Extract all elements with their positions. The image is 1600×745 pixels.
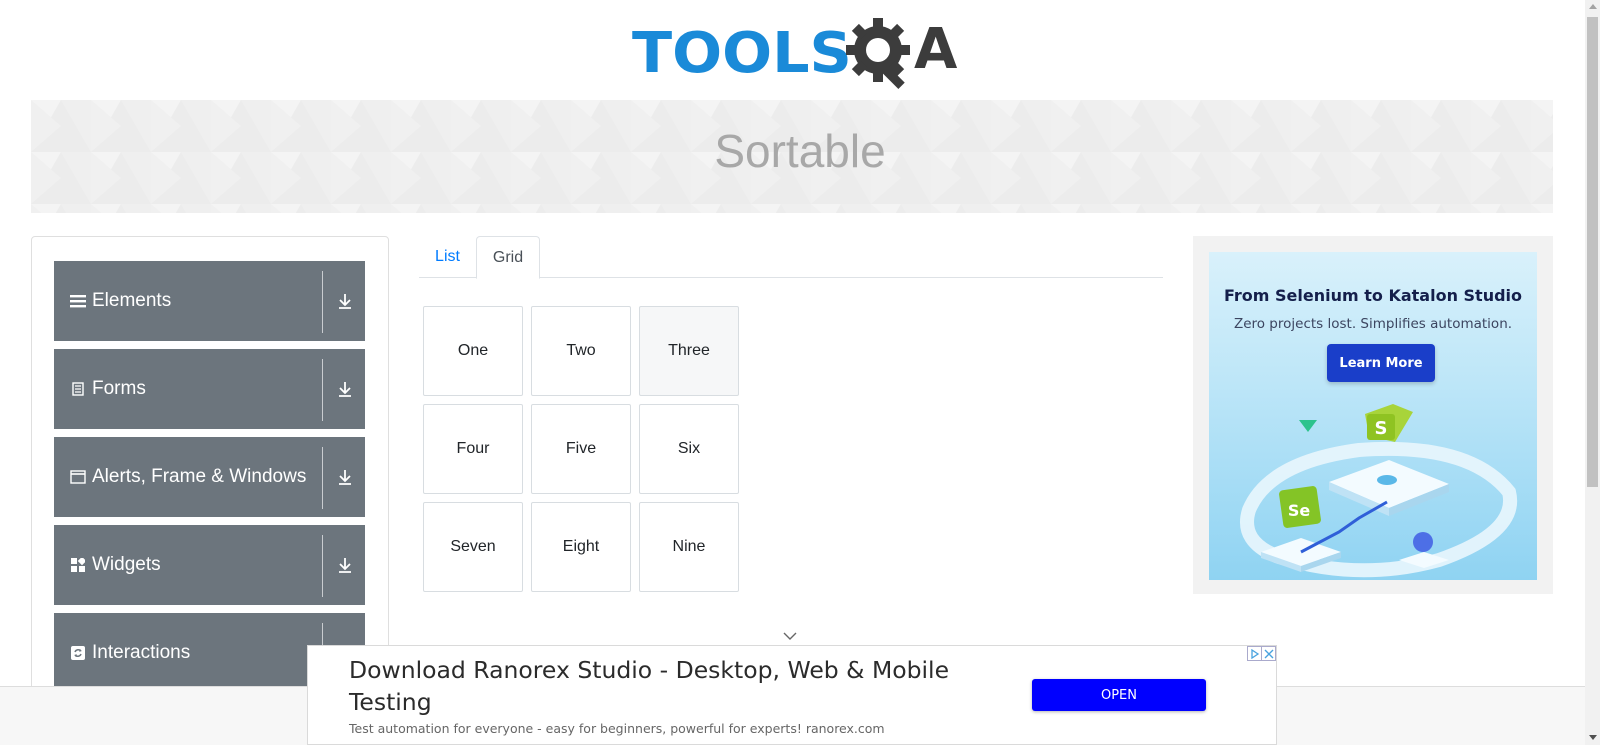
download-arrow-icon[interactable] — [335, 379, 355, 399]
grid-item-four[interactable]: Four — [423, 404, 523, 494]
hamburger-icon — [70, 293, 86, 309]
grid-item-three[interactable]: Three — [639, 306, 739, 396]
logo-text-a: A — [914, 17, 958, 82]
divider — [322, 271, 323, 333]
adchoices-icon[interactable] — [1247, 646, 1262, 661]
scroll-down-arrow-icon[interactable] — [1589, 735, 1597, 740]
ad-title: From Selenium to Katalon Studio — [1223, 286, 1523, 305]
ad-headline[interactable]: Download Ranorex Studio - Desktop, Web &… — [349, 654, 999, 718]
sidebar-group-label: Widgets — [92, 554, 161, 575]
grid-item-two[interactable]: Two — [531, 306, 631, 396]
page-title: Sortable — [714, 125, 886, 177]
document-icon — [70, 381, 86, 397]
sidebar-group-elements[interactable]: Elements — [54, 261, 365, 341]
sidebar-group-label: Alerts, Frame & Windows — [92, 466, 307, 487]
sidebar-group-widgets[interactable]: Widgets — [54, 525, 365, 605]
gear-magnifier-icon — [846, 18, 910, 90]
window-icon — [70, 469, 86, 485]
sidebar-group-alerts[interactable]: Alerts, Frame & Windows — [54, 437, 365, 517]
sidebar-group-label: Forms — [92, 378, 146, 399]
grid-item-eight[interactable]: Eight — [531, 502, 631, 592]
scroll-up-arrow-icon[interactable] — [1589, 4, 1597, 9]
open-button[interactable]: OPEN — [1032, 679, 1206, 711]
ad-description: Test automation for everyone - easy for … — [349, 721, 885, 736]
badge-s-text: S — [1375, 418, 1388, 439]
katalon-ad[interactable]: From Selenium to Katalon Studio Zero pro… — [1193, 236, 1553, 594]
chevron-down-icon[interactable] — [782, 631, 798, 641]
sortable-tabs: List Grid — [419, 236, 1163, 279]
sidebar-group-label: Elements — [92, 290, 172, 311]
scrollbar[interactable] — [1585, 0, 1600, 745]
scroll-thumb[interactable] — [1587, 17, 1598, 487]
refresh-icon — [70, 645, 86, 661]
ad-illustration: S Se — [1240, 404, 1518, 578]
ad-subtitle: Zero projects lost. Simplifies automatio… — [1233, 316, 1513, 332]
grid-item-seven[interactable]: Seven — [423, 502, 523, 592]
sidebar-group-forms[interactable]: Forms — [54, 349, 365, 429]
download-arrow-icon[interactable] — [335, 467, 355, 487]
divider — [322, 359, 323, 421]
divider — [322, 447, 323, 509]
grid-item-six[interactable]: Six — [639, 404, 739, 494]
grid-item-nine[interactable]: Nine — [639, 502, 739, 592]
grid-item-one[interactable]: One — [423, 306, 523, 396]
badge-se-text: Se — [1288, 501, 1311, 520]
ranorex-ad[interactable]: Download Ranorex Studio - Desktop, Web &… — [307, 645, 1277, 745]
ad-creative: From Selenium to Katalon Studio Zero pro… — [1209, 252, 1537, 580]
divider — [322, 535, 323, 597]
learn-more-button[interactable]: Learn More — [1327, 344, 1435, 382]
download-arrow-icon[interactable] — [335, 291, 355, 311]
grid-item-five[interactable]: Five — [531, 404, 631, 494]
widgets-icon — [70, 557, 86, 573]
tab-list[interactable]: List — [419, 236, 476, 278]
download-arrow-icon[interactable] — [335, 555, 355, 575]
tab-grid[interactable]: Grid — [476, 236, 540, 279]
toolsqa-logo[interactable]: TOOLS A — [632, 14, 958, 94]
close-icon[interactable] — [1261, 646, 1276, 661]
logo-text-tools: TOOLS — [632, 21, 852, 86]
